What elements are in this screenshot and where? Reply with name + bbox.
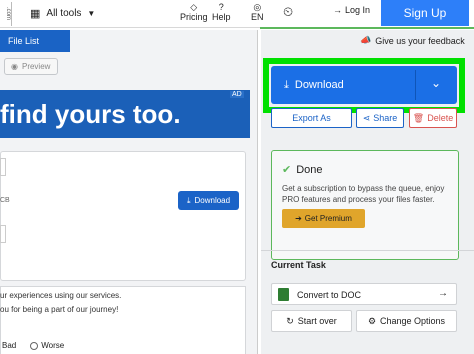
doc-icon [278,288,289,301]
tag-icon: ◇ [190,2,198,12]
gear-icon: ⚙ [367,315,377,326]
current-task-heading: Current Task [271,260,326,270]
megaphone-icon: 📣 [360,35,372,45]
login-link[interactable]: → Log In [333,5,370,15]
main-download-label: Download [294,79,344,91]
file-download-button[interactable]: ⤓ Download [178,191,239,210]
change-options-label: Change Options [380,316,446,326]
eye-icon: ◉ [11,62,18,71]
language-label: EN [251,12,264,22]
top-navbar: .com ▦ All tools ▼ ◇ Pricing ? Help ◎ EN… [0,0,474,28]
globe-icon: ◎ [253,2,262,12]
share-icon: ⋖ [362,112,371,123]
progress-line [260,27,474,29]
survey-line-1: ur experiences using our services. [0,291,122,300]
change-options-button[interactable]: ⚙ Change Options [356,310,457,332]
radio-icon [30,341,39,350]
main-download-label-wrap: ⤓ Download [284,66,344,104]
main-download-button[interactable]: ⤓ Download ⌄ [271,66,457,104]
preview-label: Preview [21,62,51,71]
download-icon: ⤓ [284,78,289,91]
result-pane: 📣 Give us your feedback ⤓ Download ⌄ Exp… [261,30,474,354]
chevron-down-icon: ▼ [87,9,96,18]
export-as-button[interactable]: Export As [271,108,352,128]
file-size: CB [0,197,10,204]
refresh-icon: ↻ [286,315,294,326]
button-separator [415,70,416,100]
arrow-right-icon: ➔ [295,214,302,223]
file-card [0,151,246,281]
convert-to-doc-task[interactable]: Convert to DOC → [271,283,457,305]
signup-button[interactable]: Sign Up [381,0,469,26]
login-label: Log In [345,5,371,15]
share-label: Share [373,113,398,123]
done-description: Get a subscription to bypass the queue, … [282,184,445,204]
help-label: Help [212,12,231,22]
done-title-label: Done [296,163,323,176]
convert-to-doc-label: Convert to DOC [297,290,362,300]
section-divider [261,250,474,251]
rating-worse-label: Worse [41,341,65,350]
file-option-box[interactable] [0,225,6,243]
ad-tag[interactable]: AD [230,91,244,98]
done-card: ✔ Done Get a subscription to bypass the … [271,150,459,260]
arrow-right-icon: → [438,288,448,299]
check-icon: ✔ [282,164,292,176]
grid-icon: ▦ [30,8,41,20]
file-checkbox[interactable] [0,158,6,176]
rating-worse-option[interactable]: Worse [30,341,64,350]
chevron-down-icon[interactable]: ⌄ [431,76,441,90]
delete-button[interactable]: 🗑 Delete [409,108,457,128]
ad-text: find yours too. [0,98,181,129]
get-premium-label: Get Premium [304,214,352,223]
file-list-pane: File List ◉ Preview find yours too. AD C… [0,30,258,354]
help-icon: ? [218,2,224,12]
download-icon: ⤓ [186,195,191,205]
rating-bad[interactable]: Bad [2,341,16,350]
delete-label: Delete [427,113,454,123]
share-button[interactable]: ⋖ Share [356,108,404,128]
pricing-link[interactable]: ◇ Pricing [180,2,208,22]
all-tools-label: All tools [46,8,82,19]
logo-stub[interactable]: .com [0,2,12,26]
file-download-label: Download [194,196,231,205]
feedback-link[interactable]: 📣 Give us your feedback [360,35,465,46]
login-icon: → [333,5,342,15]
pricing-label: Pricing [180,12,208,22]
start-over-button[interactable]: ↻ Start over [271,310,352,332]
rating-row: Bad Worse [2,341,64,350]
all-tools-menu[interactable]: ▦ All tools ▼ [30,0,95,27]
feedback-label: Give us your feedback [375,35,465,46]
start-over-label: Start over [297,316,337,326]
survey-line-2: ou for being a part of our journey! [0,305,119,314]
done-title: ✔ Done [282,163,323,177]
clock-icon[interactable]: ⏲ [283,4,293,20]
preview-button[interactable]: ◉ Preview [4,58,58,75]
get-premium-button[interactable]: ➔ Get Premium [282,209,365,228]
tab-file-list[interactable]: File List [0,30,70,52]
trash-icon: 🗑 [412,112,425,123]
language-selector[interactable]: ◎ EN [251,2,264,22]
ad-banner[interactable]: find yours too. [0,90,250,138]
help-link[interactable]: ? Help [212,2,231,22]
